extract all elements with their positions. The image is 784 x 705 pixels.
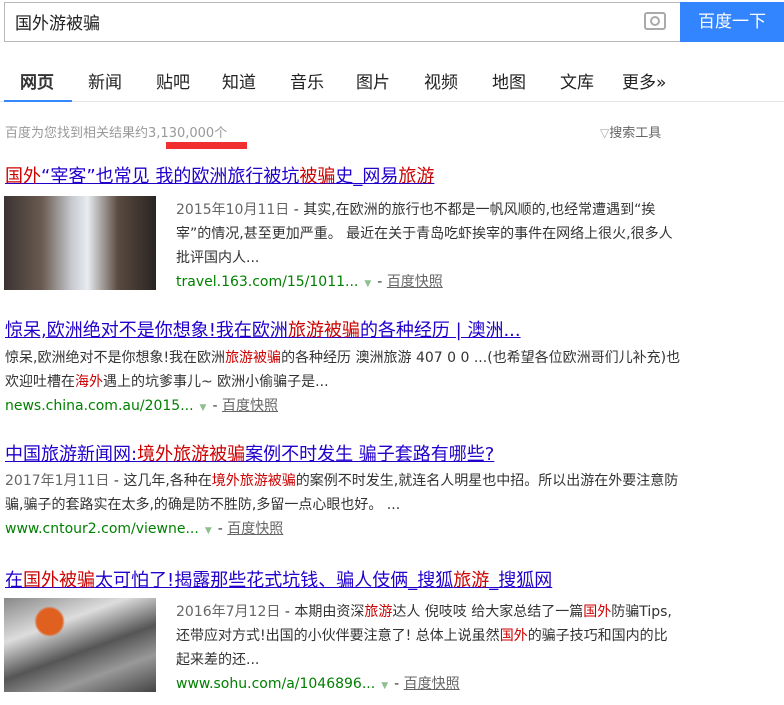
result-abstract: 2015年10月11日 - 其实,在欧洲的旅行也不都是一帆风顺的,也经常遭遇到“… [176,198,676,296]
highlight-term: 国外 [499,628,528,644]
tab-3[interactable]: 知道 [222,68,256,93]
text-segment: “宰客”也常见 我的欧洲旅行被坑 [41,166,300,187]
result-url[interactable]: www.cntour2.com/viewne... [5,521,199,537]
highlight-term: 海外 [75,374,103,390]
dropdown-arrow-icon[interactable]: ▼ [200,403,207,413]
tab-5[interactable]: 图片 [356,68,390,93]
text-segment: 在 [5,570,23,591]
result-url-line: www.cntour2.com/viewne... ▼ - 百度快照 [5,521,284,537]
tab-4[interactable]: 音乐 [290,68,324,93]
result-abstract: 2017年1月11日 - 这几年,各种在境外旅游被骗的案例不时发生,就连名人明星… [5,469,685,543]
search-input[interactable] [15,11,615,31]
result-thumbnail[interactable] [4,598,156,692]
search-box [4,2,680,42]
highlight-term: 境外旅游被骗 [137,444,246,465]
tab-8[interactable]: 文库 [560,68,594,93]
result-url[interactable]: www.sohu.com/a/1046896... [176,676,375,692]
stats-count: 3,130,000 [148,126,215,141]
red-underline-annotation [166,142,247,149]
result-title-link[interactable]: 在国外被骗太可怕了!揭露那些花式坑钱、骗人伎俩_搜狐旅游_搜狐网 [5,566,552,592]
search-tools-button[interactable]: ▽搜索工具 [600,122,661,141]
result-title-link[interactable]: 国外“宰客”也常见 我的欧洲旅行被坑被骗史_网易旅游 [5,162,434,188]
highlight-term: 国外被骗 [23,570,95,591]
highlight-term: 旅游 [364,604,393,620]
snapshot-link[interactable]: 百度快照 [387,274,443,290]
text-segment: 达人 倪吱吱 给大家总结了一篇 [392,604,584,620]
result-date: 2016年7月12日 [176,604,281,620]
result-url-line: news.china.com.au/2015... ▼ - 百度快照 [5,398,278,414]
result-thumbnail[interactable] [4,196,156,290]
stats-prefix: 百度为您找到相关结果约 [5,126,149,141]
snapshot-link[interactable]: 百度快照 [222,398,278,414]
result-abstract: 惊呆,欧洲绝对不是你想象!我在欧洲旅游被骗的各种经历 澳洲旅游 407 0 0 … [5,346,685,420]
result-title-link[interactable]: 中国旅游新闻网:境外旅游被骗案例不时发生 骗子套路有哪些? [5,440,494,466]
text-segment: - 本期由资深 [284,604,365,620]
highlight-term: 旅游 [453,570,490,591]
text-segment: 太可怕了!揭露那些花式坑钱、骗人伎俩_搜狐 [95,570,454,591]
result-stats: 百度为您找到相关结果约3,130,000个 [5,122,227,141]
camera-icon[interactable] [644,12,666,30]
snapshot-link[interactable]: 百度快照 [227,521,283,537]
text-segment: 遇上的坑爹事儿~ 欧洲小偷骗子是... [103,374,329,390]
highlight-term: 国外 [583,604,612,620]
text-segment: 案例不时发生 骗子套路有哪些? [245,444,495,465]
text-segment: 的各种经历 | 澳洲... [359,320,521,341]
tab-0[interactable]: 网页 [4,68,72,102]
tab-bar: 网页 新闻 贴吧 知道 音乐 图片 视频 地图 文库 更多» [0,56,784,102]
text-segment: 惊呆,欧洲绝对不是你想象!我在欧洲 [5,350,226,366]
filter-icon: ▽ [600,126,610,140]
stats-suffix: 个 [214,126,228,141]
highlight-term: 国外 [5,166,41,187]
tab-9[interactable]: 更多» [622,68,666,93]
text-segment: - 这几年,各种在 [113,473,212,489]
highlight-term: 旅游 [398,166,435,187]
text-segment: 史_网易 [335,166,399,187]
result-url[interactable]: news.china.com.au/2015... [5,398,194,414]
tab-1[interactable]: 新闻 [88,68,122,93]
search-tools-label: 搜索工具 [609,126,662,141]
result-date: 2015年10月11日 [176,202,290,218]
tab-2[interactable]: 贴吧 [156,68,190,93]
dropdown-arrow-icon[interactable]: ▼ [381,681,388,691]
highlight-term: 旅游被骗 [287,320,360,341]
result-date: 2017年1月11日 [5,473,110,489]
text-segment: _搜狐网 [489,570,553,591]
dropdown-arrow-icon[interactable]: ▼ [364,279,371,289]
highlight-term: 境外旅游被骗 [211,473,296,489]
result-title-link[interactable]: 惊呆,欧洲绝对不是你想象!我在欧洲旅游被骗的各种经历 | 澳洲... [5,316,521,342]
dropdown-arrow-icon[interactable]: ▼ [205,526,212,536]
result-url-line: www.sohu.com/a/1046896... ▼ - 百度快照 [176,676,460,692]
snapshot-link[interactable]: 百度快照 [404,676,460,692]
tab-6[interactable]: 视频 [424,68,458,93]
tab-7[interactable]: 地图 [492,68,526,93]
text-segment: 中国旅游新闻网: [5,444,138,465]
text-segment: 惊呆,欧洲绝对不是你想象!我在欧洲 [5,320,288,341]
result-abstract: 2016年7月12日 - 本期由资深旅游达人 倪吱吱 给大家总结了一篇国外防骗T… [176,600,676,698]
result-url-line: travel.163.com/15/1011... ▼ - 百度快照 [176,274,443,290]
search-button[interactable]: 百度一下 [680,2,784,42]
result-url[interactable]: travel.163.com/15/1011... [176,274,358,290]
highlight-term: 旅游被骗 [225,350,282,366]
highlight-term: 被骗 [299,166,336,187]
